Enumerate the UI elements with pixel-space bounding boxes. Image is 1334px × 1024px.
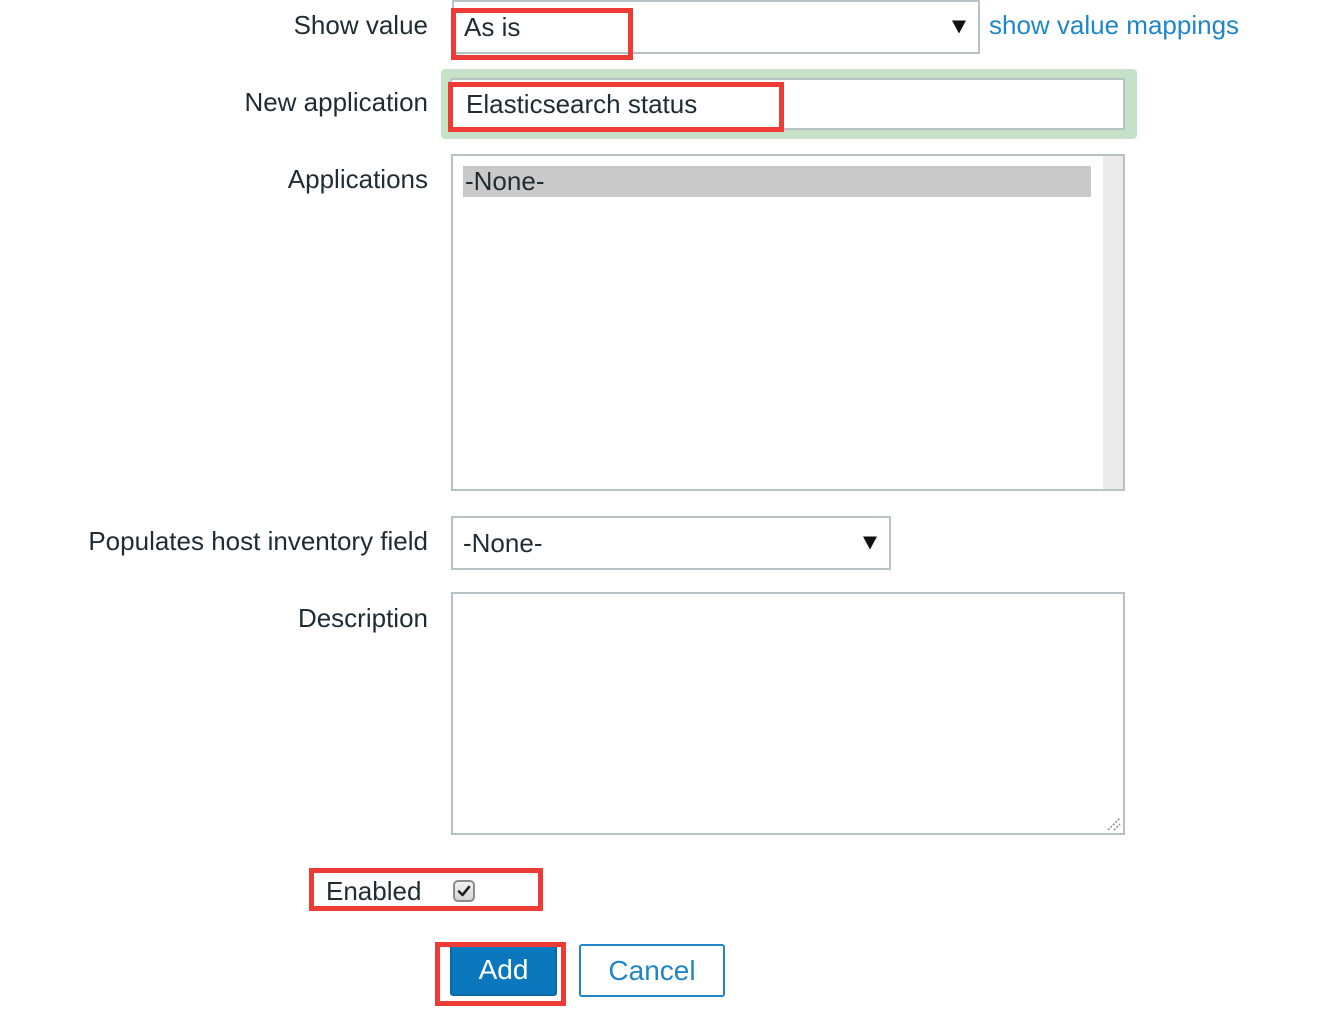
applications-option-none[interactable]: -None- (463, 166, 1091, 197)
inventory-field-selected: -None- (463, 527, 543, 558)
applications-listbox[interactable]: -None- (451, 154, 1125, 491)
show-value-selected: As is (464, 11, 521, 42)
add-button[interactable]: Add (450, 944, 557, 996)
enabled-checkbox[interactable] (453, 880, 475, 902)
dropdown-arrow-icon (863, 536, 877, 550)
description-label: Description (297, 603, 428, 633)
show-value-label: Show value (293, 10, 428, 40)
inventory-field-label: Populates host inventory field (88, 526, 428, 556)
dropdown-arrow-icon (952, 20, 966, 34)
new-application-input[interactable]: Elasticsearch status (450, 78, 1125, 130)
resize-grip-icon[interactable] (1105, 815, 1121, 831)
applications-label: Applications (287, 164, 428, 194)
applications-scrollbar[interactable] (1103, 156, 1123, 489)
new-application-label: New application (244, 87, 428, 117)
checkmark-icon (457, 885, 471, 897)
show-value-select[interactable]: As is (452, 0, 980, 54)
inventory-field-select[interactable]: -None- (451, 516, 891, 570)
show-value-mappings-link[interactable]: show value mappings (989, 10, 1239, 41)
enabled-label: Enabled (326, 876, 422, 906)
description-textarea[interactable] (451, 592, 1125, 835)
new-application-value: Elasticsearch status (466, 88, 698, 119)
cancel-button[interactable]: Cancel (579, 944, 725, 997)
